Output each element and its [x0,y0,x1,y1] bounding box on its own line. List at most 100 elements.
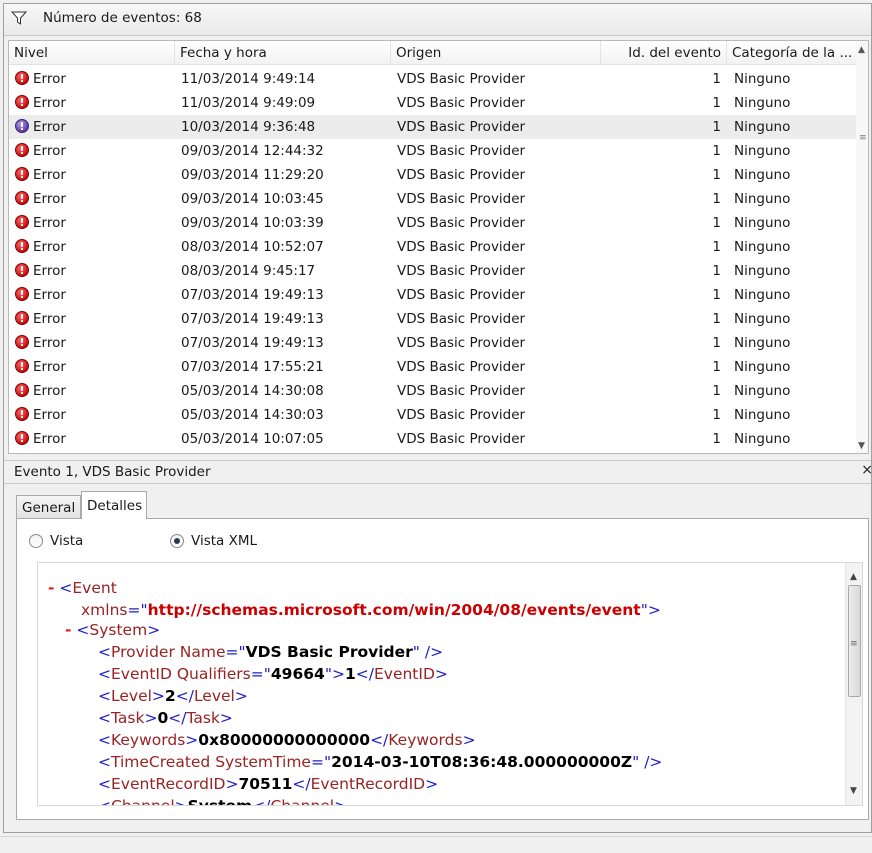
xml-provider-value: VDS Basic Provider [245,643,413,661]
xml-line-system-open: - <System> [65,621,161,639]
close-icon[interactable]: × [861,462,872,478]
table-row[interactable]: Error 07/03/2014 19:49:13 VDS Basic Provid… [9,283,857,307]
level-text: Error [33,359,66,375]
table-row[interactable]: Error 08/03/2014 9:45:17 VDS Basic Provide… [9,259,857,283]
tab-detalles[interactable]: Detalles [81,491,147,519]
xml-line-timecreated: <TimeCreated SystemTime="2014-03-10T08:3… [98,753,663,771]
table-row[interactable]: Error 05/03/2014 14:30:03 VDS Basic Provid… [9,403,857,427]
table-row[interactable]: Error 09/03/2014 12:44:32 VDS Basic Provid… [9,139,857,163]
table-row[interactable]: Error 07/03/2014 19:49:13 VDS Basic Provid… [9,331,857,355]
xml-tag-recordid: EventRecordID [111,775,226,793]
xml-attr-name: Name [179,643,226,661]
cell-category: Ninguno [734,191,791,207]
level-text: Error [33,191,66,207]
xml-view[interactable]: - <Event xmlns="http://schemas.microsoft… [37,562,863,806]
error-icon [15,379,29,403]
level-text: Error [33,335,66,351]
cell-category: Ninguno [734,215,791,231]
cell-date: 09/03/2014 11:29:20 [181,167,324,183]
cell-date: 05/03/2014 14:30:08 [181,383,324,399]
cell-source: VDS Basic Provider [397,431,526,447]
xml-tag-system: System [89,621,148,639]
table-row[interactable]: Error 05/03/2014 10:07:05 VDS Basic Provid… [9,427,857,451]
xml-line-channel: <Channel>System</Channel> [98,795,347,806]
radio-vista[interactable]: Vista [29,531,83,551]
cell-level: Error [15,427,175,451]
cell-source: VDS Basic Provider [397,167,526,183]
column-header-source[interactable]: Origen [391,41,601,65]
detail-title-bar: Evento 1, VDS Basic Provider × [4,460,872,484]
xml-tag-keywords-close: Keywords [388,731,463,749]
radio-vista-circle[interactable] [29,534,43,548]
cell-source: VDS Basic Provider [397,119,526,135]
table-row[interactable]: Error 10/03/2014 9:36:48 VDS Basic Provide… [9,115,857,139]
event-viewer-window: Número de eventos: 68 Nivel Fecha y hora… [3,3,872,833]
table-row[interactable]: Error 07/03/2014 17:55:21 VDS Basic Provid… [9,355,857,379]
tab-general[interactable]: General [16,495,81,519]
collapse-event-icon[interactable]: - [48,579,54,597]
cell-category: Ninguno [734,431,791,447]
cell-event-id: 1 [712,383,721,399]
table-row[interactable]: Error 08/03/2014 10:52:07 VDS Basic Provid… [9,235,857,259]
filter-bar: Número de eventos: 68 [4,4,871,36]
scroll-down-arrow-icon[interactable]: ▼ [858,441,865,451]
error-icon [15,259,29,283]
filter-icon[interactable] [11,10,27,26]
column-header-category[interactable]: Categoría de la ... [727,41,857,65]
xml-scrollbar[interactable]: ▲ ≡ ▼ [845,563,862,805]
cell-source: VDS Basic Provider [397,311,526,327]
cell-level: Error [15,139,175,163]
cell-source: VDS Basic Provider [397,287,526,303]
level-text: Error [33,287,66,303]
table-row[interactable]: Error 09/03/2014 10:03:39 VDS Basic Provid… [9,211,857,235]
table-row[interactable]: Error 09/03/2014 10:03:45 VDS Basic Provid… [9,187,857,211]
table-row[interactable]: Error 09/03/2014 11:29:20 VDS Basic Provid… [9,163,857,187]
cell-event-id: 1 [712,239,721,255]
collapse-system-icon[interactable]: - [65,621,71,639]
cell-level: Error [15,235,175,259]
cell-category: Ninguno [734,95,791,111]
cell-level: Error [15,259,175,283]
cell-event-id: 1 [712,359,721,375]
cell-date: 07/03/2014 19:49:13 [181,287,324,303]
scroll-up-arrow-icon[interactable]: ▲ [858,45,865,55]
column-header-date[interactable]: Fecha y hora [175,41,391,65]
cell-date: 09/03/2014 10:03:39 [181,215,324,231]
cell-date: 08/03/2014 10:52:07 [181,239,324,255]
table-row[interactable]: Error 05/03/2014 14:30:08 VDS Basic Provid… [9,379,857,403]
xml-line-recordid: <EventRecordID>70511</EventRecordID> [98,775,439,793]
cell-level: Error [15,187,175,211]
column-header-row: Nivel Fecha y hora Origen Id. del evento… [9,41,857,65]
radio-vista-xml-circle[interactable] [170,534,184,548]
cell-category: Ninguno [734,143,791,159]
level-text: Error [33,215,66,231]
xml-attr-xmlns: xmlns [81,601,128,619]
cell-source: VDS Basic Provider [397,95,526,111]
xml-line-provider: <Provider Name="VDS Basic Provider" /> [98,643,444,661]
cell-event-id: 1 [712,263,721,279]
cell-category: Ninguno [734,359,791,375]
scroll-down-arrow-icon[interactable]: ▼ [850,780,857,802]
column-header-level[interactable]: Nivel [9,41,175,65]
xml-tag-channel-close: Channel [270,797,335,806]
radio-vista-xml-label: Vista XML [191,533,257,549]
table-row[interactable]: Error 11/03/2014 9:49:09 VDS Basic Provide… [9,91,857,115]
cell-category: Ninguno [734,287,791,303]
xml-channel-value: System [187,797,253,806]
scroll-grip-icon[interactable]: ≡ [859,133,867,143]
event-list[interactable]: Nivel Fecha y hora Origen Id. del evento… [8,40,869,454]
cell-date: 05/03/2014 14:30:03 [181,407,324,423]
table-row[interactable]: Error 07/03/2014 19:49:13 VDS Basic Provid… [9,307,857,331]
column-header-event-id[interactable]: Id. del evento [601,41,727,65]
table-row[interactable]: Error 11/03/2014 9:49:14 VDS Basic Provide… [9,67,857,91]
list-scrollbar[interactable]: ▲ ≡ ▼ [856,41,868,453]
level-text: Error [33,407,66,423]
cell-event-id: 1 [712,119,721,135]
error-icon [15,307,29,331]
radio-vista-xml[interactable]: Vista XML [170,531,257,551]
event-rows: Error 11/03/2014 9:49:14 VDS Basic Provide… [9,67,857,451]
xml-recordid-value: 70511 [238,775,293,793]
cell-event-id: 1 [712,311,721,327]
cell-event-id: 1 [712,215,721,231]
cell-category: Ninguno [734,239,791,255]
